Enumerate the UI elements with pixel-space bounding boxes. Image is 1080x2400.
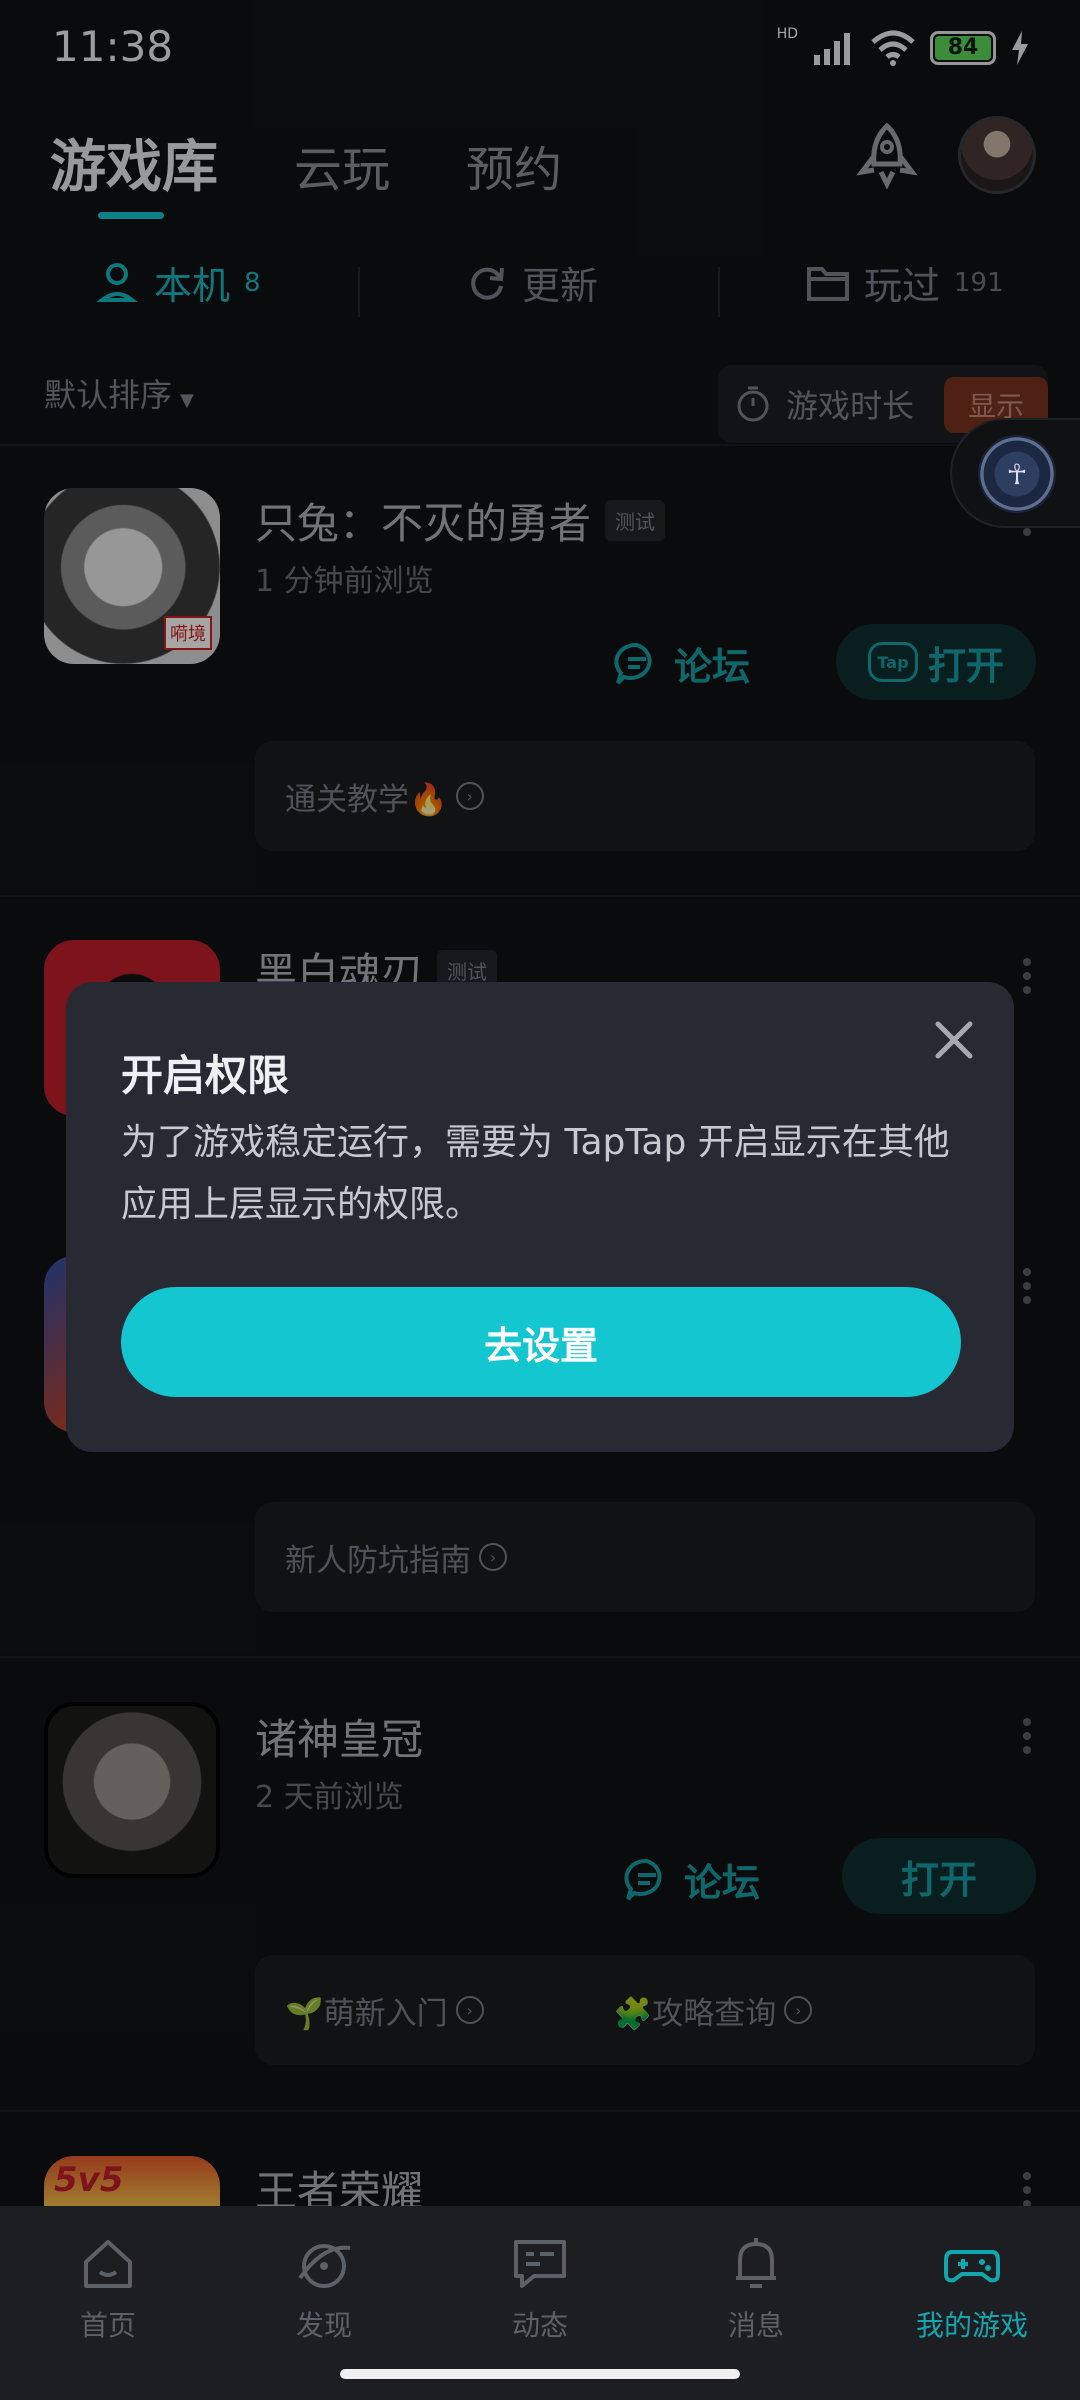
- discover-icon: [298, 2244, 351, 2288]
- bell-icon: [736, 2238, 776, 2288]
- home-indicator[interactable]: [340, 2369, 740, 2379]
- dialog-message: 为了游戏稳定运行，需要为 TapTap 开启显示在其他应用上层显示的权限。: [121, 1122, 950, 1225]
- nav-home[interactable]: 首页: [38, 2234, 178, 2344]
- floating-assistant[interactable]: ☥: [950, 418, 1080, 528]
- nav-feed[interactable]: 动态: [470, 2234, 610, 2344]
- nav-discover[interactable]: 发现: [254, 2234, 394, 2344]
- go-to-settings-button[interactable]: 去设置: [121, 1287, 961, 1397]
- nav-my-games[interactable]: 我的游戏: [902, 2234, 1042, 2344]
- close-icon[interactable]: [926, 1012, 982, 1068]
- assistant-ball-icon: ☥: [978, 435, 1056, 513]
- nav-messages[interactable]: 消息: [686, 2234, 826, 2344]
- home-icon: [84, 2240, 132, 2288]
- dialog-title: 开启权限: [121, 1051, 290, 1100]
- chat-icon: [514, 2240, 566, 2288]
- gamepad-icon: [944, 2250, 1000, 2283]
- permission-dialog: 开启权限 为了游戏稳定运行，需要为 TapTap 开启显示在其他应用上层显示的权…: [66, 982, 1014, 1452]
